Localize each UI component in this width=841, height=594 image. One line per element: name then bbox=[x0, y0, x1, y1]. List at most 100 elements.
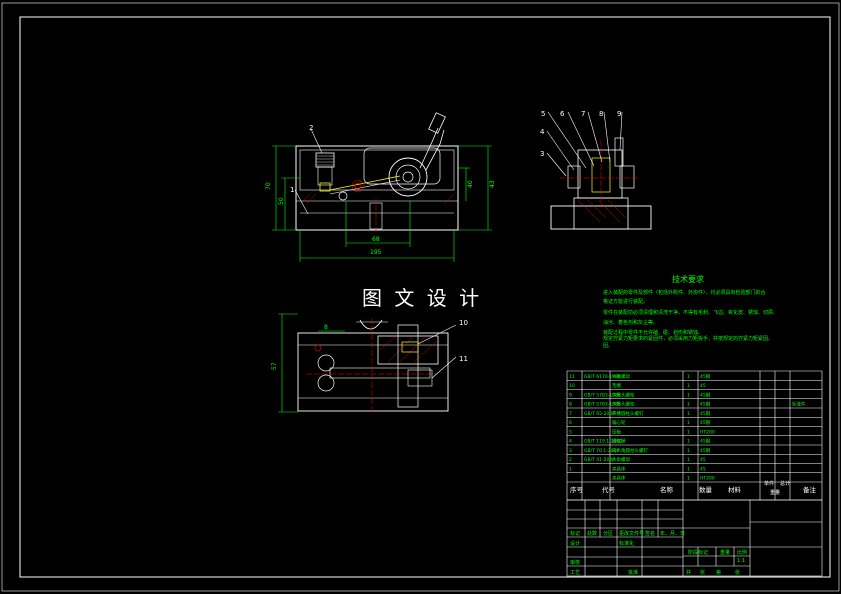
bom-cell-no: 6 bbox=[569, 420, 572, 426]
bom-cell-mat: HT200 bbox=[700, 429, 715, 435]
bom-cell-no: 9 bbox=[569, 392, 572, 398]
bom-cell-code: GB/T 41-2000 bbox=[584, 457, 615, 463]
dim-slot: 8 bbox=[324, 324, 328, 331]
bom-cell-qty: 1 bbox=[687, 374, 690, 380]
balloon-1: 1 bbox=[290, 186, 294, 194]
tb-approve: 批准 bbox=[628, 569, 638, 576]
balloon-7: 7 bbox=[581, 110, 585, 118]
bom-cell-mat: 45钢 bbox=[700, 419, 711, 426]
bom-header-name: 名称 bbox=[660, 485, 674, 494]
tb-sheet-num: 第 bbox=[716, 569, 721, 576]
bom-cell-name: 压板 bbox=[612, 428, 621, 435]
bom-cell-mat: HT200 bbox=[700, 476, 715, 482]
balloon-9: 9 bbox=[617, 110, 621, 118]
tb-craft: 工艺 bbox=[570, 570, 580, 576]
tech-line-5: 装配过程中零件不允许磕、碰、划伤和锈蚀。 bbox=[603, 329, 703, 336]
balloon-8: 8 bbox=[599, 110, 603, 118]
dim-h4: 43 bbox=[489, 180, 496, 188]
bom-cell-mat: 45钢 bbox=[700, 391, 711, 398]
cad-drawing: 195 68 70 50 43 40 2 1 5 6 7 8 9 4 3 57 … bbox=[0, 0, 841, 594]
bom-cell-mat: 45钢 bbox=[700, 438, 711, 445]
balloon-2: 2 bbox=[309, 124, 313, 132]
bom-cell-mat: 45 bbox=[700, 383, 706, 389]
tb-count: 处数 bbox=[587, 530, 597, 537]
balloon-10: 10 bbox=[459, 319, 468, 327]
bom-cell-no: 2 bbox=[569, 457, 572, 463]
tech-line-4: 油污、着色剂和灰尘等。 bbox=[603, 319, 658, 326]
bom-cell-qty: 1 bbox=[687, 476, 690, 482]
bom-header-note: 备注 bbox=[803, 485, 817, 494]
dim-h3: 40 bbox=[467, 180, 474, 188]
tb-std: 标准化 bbox=[619, 540, 634, 547]
tech-line-7: 固。 bbox=[603, 343, 613, 349]
tech-title: 技术要求 bbox=[672, 274, 704, 284]
dim-h2: 50 bbox=[278, 197, 285, 205]
bom-cell-no: 7 bbox=[569, 411, 572, 417]
bom-header-unit: 单件 bbox=[764, 480, 774, 487]
bom-cell-qty: 1 bbox=[687, 439, 690, 445]
bom-cell-qty: 1 bbox=[687, 383, 690, 389]
bom-header-mat: 材料 bbox=[728, 485, 742, 494]
tech-line-1: 进入装配的零件及部件（包括外购件、外协件），均必须具有检验部门的合 bbox=[603, 289, 766, 296]
bom-cell-name: 六角头螺栓 bbox=[612, 401, 635, 408]
balloon-3: 3 bbox=[540, 150, 544, 158]
bom-header-total: 总计 bbox=[780, 480, 790, 487]
tb-review: 审核 bbox=[570, 559, 580, 566]
tb-scale-value: 1:1 bbox=[737, 558, 745, 564]
dim-width-inner: 68 bbox=[372, 236, 380, 243]
bom-cell-qty: 1 bbox=[687, 457, 690, 463]
tb-sign: 签名 bbox=[645, 530, 655, 537]
bom-cell-code: GB/T 65-2000 bbox=[584, 411, 615, 417]
bom-cell-no: 11 bbox=[569, 374, 575, 380]
dim-width-overall: 195 bbox=[370, 249, 382, 256]
bom-cell-name: 偏心轮 bbox=[612, 419, 626, 426]
dim-h1: 70 bbox=[265, 182, 272, 190]
bom-header-weight: 重量 bbox=[770, 489, 780, 496]
bom-cell-qty: 1 bbox=[687, 429, 690, 435]
tech-line-2: 格证方能进行装配。 bbox=[603, 298, 648, 305]
bom-cell-mat: 45钢 bbox=[700, 410, 711, 417]
bom-cell-name: 夹具体 bbox=[612, 465, 626, 472]
bom-cell-qty: 1 bbox=[687, 466, 690, 472]
bom-header-qty: 数量 bbox=[699, 485, 713, 494]
tb-scale: 比例 bbox=[737, 549, 747, 556]
tech-line-3: 零件在装配前必须清理和清洗干净，不得有毛刺、飞边、氧化皮、锈蚀、切屑、 bbox=[603, 309, 778, 316]
bom-cell-no: 5 bbox=[569, 429, 572, 435]
bom-cell-name: 六角头螺栓 bbox=[612, 391, 635, 398]
bom-cell-name: 开槽圆柱头螺钉 bbox=[612, 410, 644, 417]
bom-cell-no: 8 bbox=[569, 402, 572, 408]
bom-header-no: 序号 bbox=[570, 485, 584, 494]
bom-cell-note: 标准件 bbox=[792, 401, 806, 408]
dim-h5: 57 bbox=[271, 362, 278, 370]
tb-date: 年、月、日 bbox=[660, 530, 685, 537]
watermark: 图 文 设 计 bbox=[362, 286, 482, 310]
bom-cell-mat: 45钢 bbox=[700, 373, 711, 380]
tb-sheets-total: 共 bbox=[686, 569, 691, 576]
bom-cell-name: 垫圈 bbox=[612, 382, 621, 389]
bom-cell-no: 1 bbox=[569, 466, 572, 472]
tb-stage: 阶段标记 bbox=[688, 549, 708, 556]
bom-cell-no: 10 bbox=[569, 383, 575, 389]
tb-design: 设计 bbox=[570, 540, 580, 547]
bom-header-code: 代号 bbox=[602, 485, 616, 494]
balloon-11: 11 bbox=[459, 355, 468, 363]
bom-cell-mat: 45 bbox=[700, 466, 706, 472]
bom-cell-name: 六角螺母 bbox=[612, 373, 630, 380]
balloon-5: 5 bbox=[541, 110, 545, 118]
bom-cell-name: 夹具体 bbox=[612, 475, 626, 482]
tb-weight: 重量 bbox=[720, 549, 730, 556]
bom-cell-qty: 1 bbox=[687, 411, 690, 417]
balloon-6: 6 bbox=[560, 110, 565, 118]
bom-cell-qty: 1 bbox=[687, 420, 690, 426]
tb-zone: 分区 bbox=[603, 530, 613, 537]
bom-cell-qty: 1 bbox=[687, 392, 690, 398]
bom-cell-mat: 45钢 bbox=[700, 401, 711, 408]
tb-sheets-unit: 张 bbox=[700, 569, 705, 576]
tech-line-6: 规定拧紧力矩要求的紧固件，必须采用力矩扳手，并按规定的拧紧力矩紧固。 bbox=[603, 335, 773, 342]
bom-cell-qty: 1 bbox=[687, 448, 690, 454]
bom-cell-name: 六角螺母 bbox=[612, 456, 630, 463]
tb-change-doc: 更改文件号 bbox=[619, 530, 644, 537]
balloon-4: 4 bbox=[540, 128, 545, 136]
bom-cell-name: 内六角圆柱头螺钉 bbox=[612, 447, 648, 454]
tb-sheet-unit: 张 bbox=[735, 569, 740, 576]
